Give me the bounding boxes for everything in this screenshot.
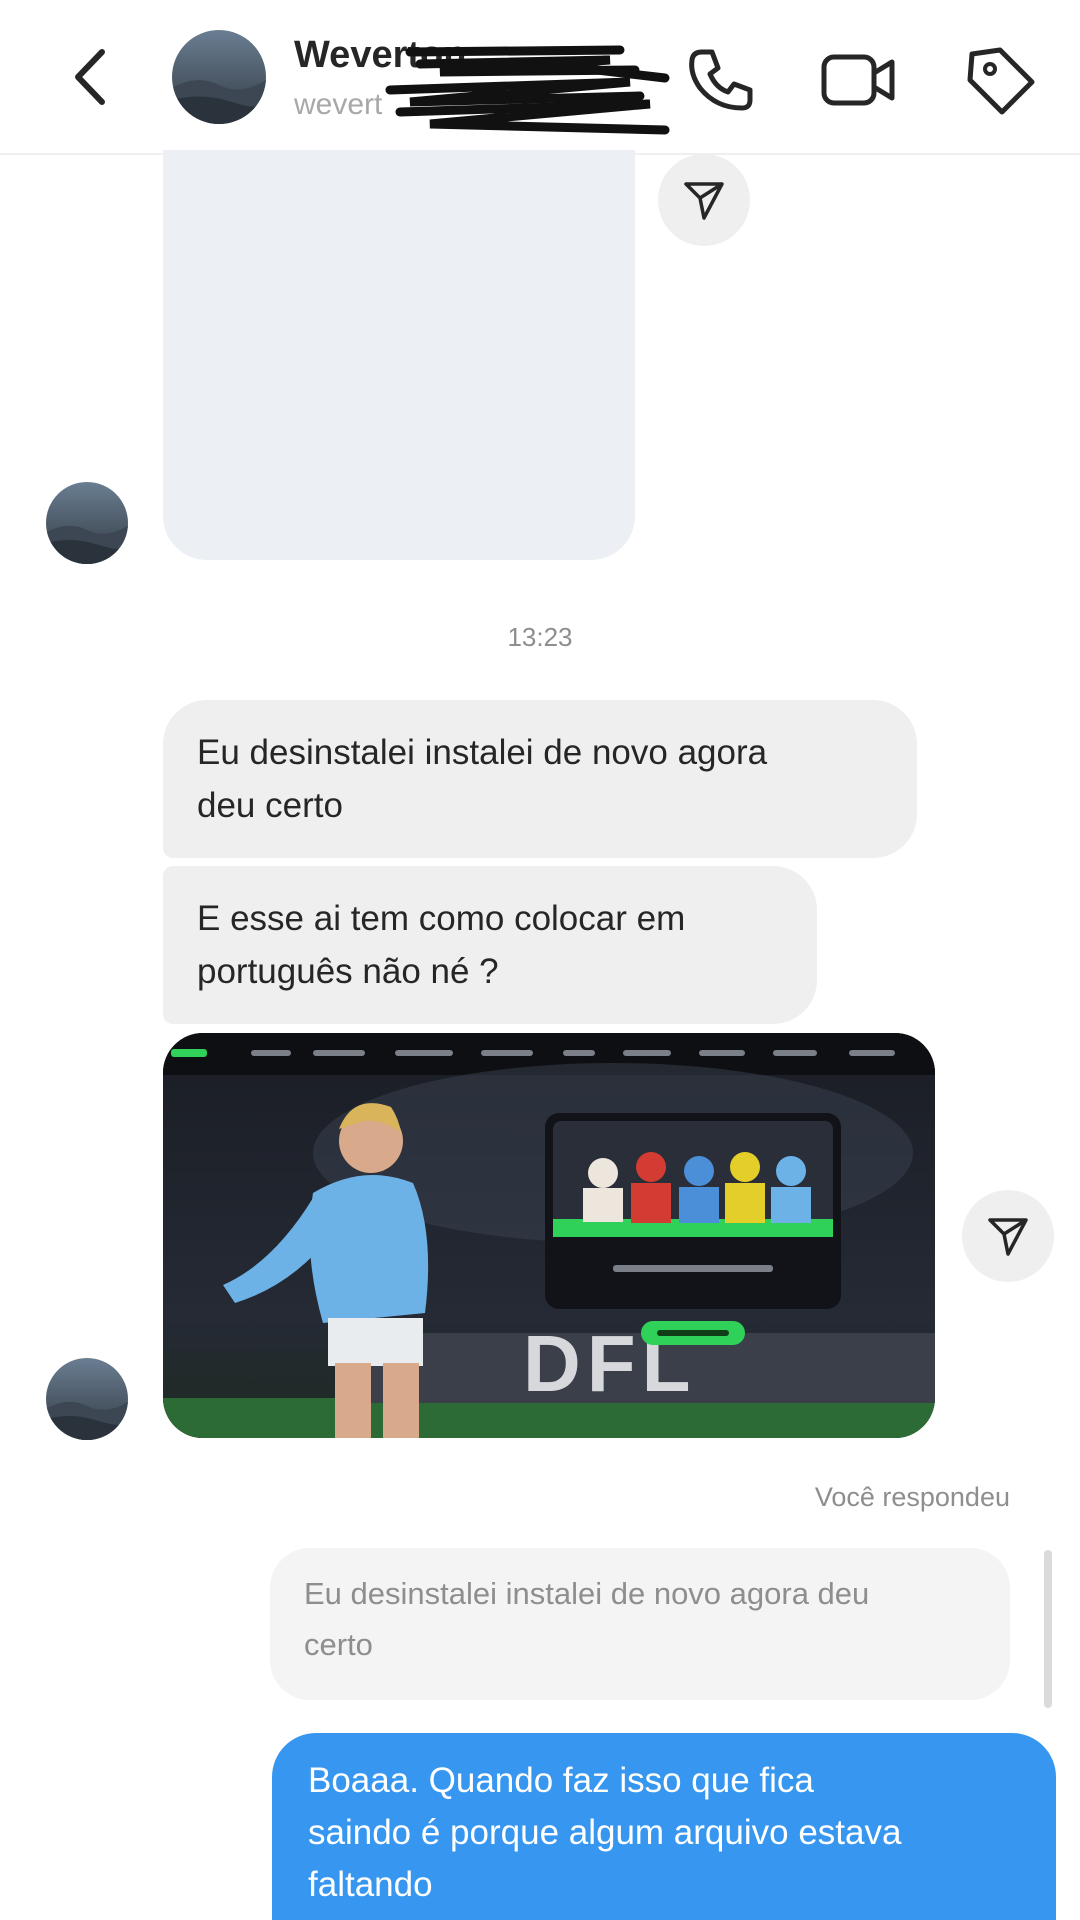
outgoing-message[interactable]: Boaaa. Quando faz isso que fica saindo é… xyxy=(272,1733,1056,1920)
shared-image: DFL xyxy=(163,1033,935,1438)
quoted-text-line: Eu desinstalei instalei de novo agora de… xyxy=(304,1576,870,1611)
message-text-line: E esse ai tem como colocar em xyxy=(197,899,686,938)
tag-icon xyxy=(967,47,1035,115)
quoted-text-line: certo xyxy=(304,1627,373,1662)
incoming-message[interactable]: Eu desinstalei instalei de novo agora de… xyxy=(163,700,917,858)
contact-avatar[interactable] xyxy=(172,30,266,124)
message-text-line: Eu desinstalei instalei de novo agora xyxy=(197,733,768,772)
back-button[interactable] xyxy=(62,38,122,116)
contact-username: wevert xyxy=(294,88,383,121)
message-text-line: faltando xyxy=(308,1865,433,1904)
media-message-placeholder[interactable] xyxy=(163,150,635,560)
redaction-scribble xyxy=(385,45,670,135)
quote-indicator-bar xyxy=(1044,1550,1052,1708)
message-text-line: Boaaa. Quando faz isso que fica xyxy=(308,1761,814,1800)
send-icon xyxy=(988,1218,1028,1256)
message-text-line: saindo é porque algum arquivo estava xyxy=(308,1813,902,1852)
share-button[interactable] xyxy=(658,154,750,246)
quoted-message[interactable]: Eu desinstalei instalei de novo agora de… xyxy=(270,1548,1010,1700)
message-text-line: deu certo xyxy=(197,786,343,825)
video-call-button[interactable] xyxy=(818,40,898,120)
incoming-message[interactable]: E esse ai tem como colocar em português … xyxy=(163,866,817,1024)
send-icon xyxy=(684,182,724,220)
shared-image-message[interactable]: DFL xyxy=(163,1033,935,1438)
chat-header: Weverton wevert xyxy=(0,0,1080,155)
back-icon xyxy=(75,49,105,105)
sender-avatar[interactable] xyxy=(46,482,128,564)
phone-icon xyxy=(689,49,753,111)
message-text-line: português não né ? xyxy=(197,952,499,991)
tag-button[interactable] xyxy=(960,40,1040,120)
sender-avatar[interactable] xyxy=(46,1358,128,1440)
dm-thread-screen: Weverton wevert 13:23 Eu desinstalei ins… xyxy=(0,0,1080,1920)
reply-label: Você respondeu xyxy=(814,1482,1010,1512)
share-button[interactable] xyxy=(962,1190,1054,1282)
audio-call-button[interactable] xyxy=(680,40,760,120)
message-timestamp: 13:23 xyxy=(507,622,573,652)
video-call-icon xyxy=(821,54,895,106)
